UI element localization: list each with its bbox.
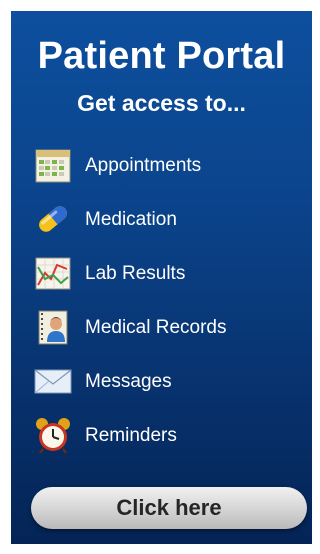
envelope-icon [33,361,73,401]
feature-label: Reminders [85,425,177,446]
calendar-icon [33,145,73,185]
feature-appointments: Appointments [33,145,303,185]
click-here-button[interactable]: Click here [31,487,307,529]
feature-messages: Messages [33,361,303,401]
portal-panel: Patient Portal Get access to... Appointm… [11,11,312,544]
feature-lab-results: Lab Results [33,253,303,293]
chart-icon [33,253,73,293]
alarm-clock-icon [33,415,73,455]
feature-medical-records: Medical Records [33,307,303,347]
feature-label: Medical Records [85,317,227,338]
feature-medication: Medication [33,199,303,239]
records-icon [33,307,73,347]
feature-label: Medication [85,209,177,230]
feature-label: Messages [85,371,172,392]
feature-list: Appointments Medication Lab Results Medi… [11,11,312,544]
feature-reminders: Reminders [33,415,303,455]
feature-label: Lab Results [85,263,186,284]
feature-label: Appointments [85,155,202,176]
pill-icon [33,199,73,239]
